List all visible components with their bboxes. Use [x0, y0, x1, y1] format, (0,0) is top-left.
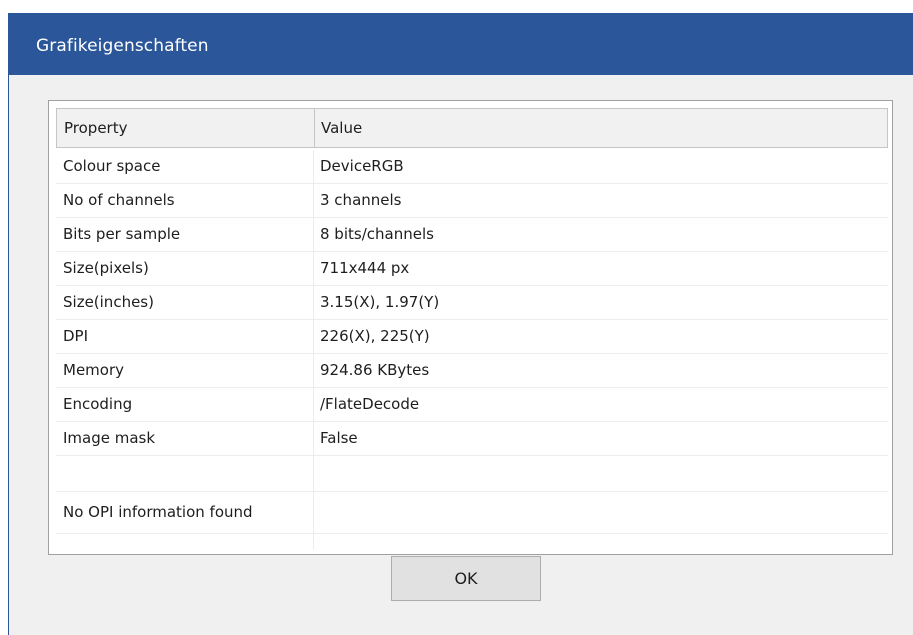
table-row[interactable] — [56, 456, 888, 492]
table-row[interactable]: DPI 226(X), 225(Y) — [56, 320, 888, 354]
value-cell: DeviceRGB — [320, 157, 404, 175]
property-cell: No of channels — [63, 191, 175, 209]
value-cell: 924.86 KBytes — [320, 361, 430, 379]
value-cell: 8 bits/channels — [320, 225, 434, 243]
column-divider[interactable] — [314, 109, 315, 147]
value-cell: 3 channels — [320, 191, 402, 209]
value-cell: 3.15(X), 1.97(Y) — [320, 293, 440, 311]
property-cell: Image mask — [63, 429, 156, 447]
value-cell: 226(X), 225(Y) — [320, 327, 430, 345]
properties-list[interactable]: Property Value Colour space DeviceRGB No… — [48, 100, 893, 555]
list-rows: Colour space DeviceRGB No of channels 3 … — [56, 150, 888, 534]
column-header-property[interactable]: Property — [64, 109, 127, 147]
ok-button[interactable]: OK — [391, 556, 541, 601]
property-cell: DPI — [63, 327, 89, 345]
value-cell: 711x444 px — [320, 259, 410, 277]
table-row[interactable]: No OPI information found — [56, 492, 888, 534]
table-row[interactable]: Colour space DeviceRGB — [56, 150, 888, 184]
property-cell: Colour space — [63, 157, 161, 175]
dialog-titlebar[interactable]: Grafikeigenschaften — [9, 13, 913, 75]
table-row[interactable]: Image mask False — [56, 422, 888, 456]
table-row[interactable]: No of channels 3 channels — [56, 184, 888, 218]
property-cell: Bits per sample — [63, 225, 181, 243]
value-cell: /FlateDecode — [320, 395, 420, 413]
table-row[interactable]: Encoding /FlateDecode — [56, 388, 888, 422]
property-cell: Encoding — [63, 395, 133, 413]
property-cell: Size(inches) — [63, 293, 154, 311]
table-row[interactable]: Bits per sample 8 bits/channels — [56, 218, 888, 252]
properties-dialog: Grafikeigenschaften Property Value Colou… — [8, 13, 913, 635]
table-row[interactable]: Size(inches) 3.15(X), 1.97(Y) — [56, 286, 888, 320]
table-row[interactable]: Size(pixels) 711x444 px — [56, 252, 888, 286]
table-row[interactable]: Memory 924.86 KBytes — [56, 354, 888, 388]
property-cell: Size(pixels) — [63, 259, 149, 277]
property-cell: No OPI information found — [63, 503, 253, 521]
column-header-value[interactable]: Value — [321, 109, 362, 147]
property-cell: Memory — [63, 361, 125, 379]
list-header: Property Value — [56, 108, 888, 148]
value-cell: False — [320, 429, 358, 447]
dialog-title: Grafikeigenschaften — [36, 36, 209, 56]
